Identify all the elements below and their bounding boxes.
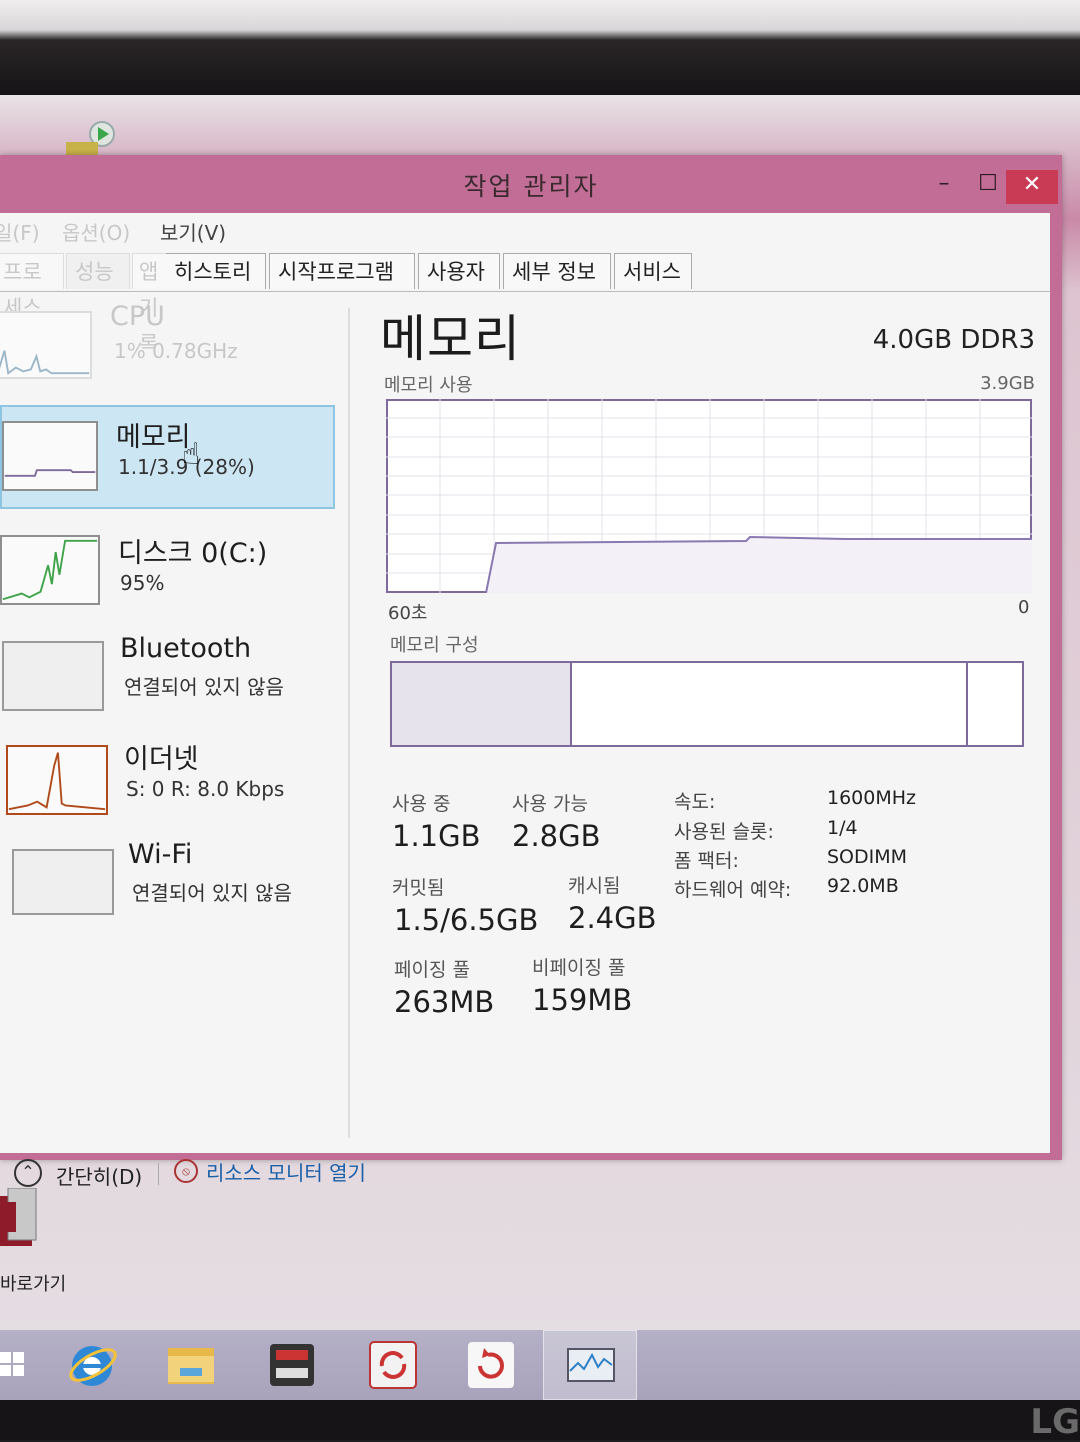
nonpaged-pool-value: 159MB (532, 983, 633, 1017)
nonpaged-pool-label: 비페이징 풀 (532, 957, 626, 979)
tab-processes[interactable]: 프로세스 (0, 253, 64, 320)
window-client: 일(F) 옵션(O) 보기(V) 프로세스 성능 앱 기록 히스토리 시작프로그… (0, 213, 1050, 1189)
maximize-button[interactable]: ☐ (968, 169, 1008, 201)
tab-users[interactable]: 사용자 (418, 253, 500, 289)
resource-wifi-name: Wi-Fi (128, 839, 193, 870)
cached-value: 2.4GB (568, 901, 657, 935)
bluetooth-thumbnail (2, 641, 104, 711)
tab-details[interactable]: 세부 정보 (503, 253, 611, 289)
disk-thumbnail (0, 535, 100, 605)
detail-spec: 4.0GB DDR3 (872, 325, 1035, 355)
control-panel-icon[interactable] (266, 1338, 320, 1392)
task-manager-window: 작업 관리자 – ☐ ✕ 일(F) 옵션(O) 보기(V) 프로세스 성능 앱 … (0, 155, 1062, 1189)
chevron-up-icon[interactable]: ⌃ (14, 1159, 42, 1187)
resource-ethernet-sub: S: 0 R: 8.0 Kbps (126, 777, 285, 801)
resource-wifi-sub: 연결되어 있지 않음 (132, 881, 292, 905)
detail-title: 메모리 (380, 310, 521, 368)
window-title: 작업 관리자 (463, 172, 599, 201)
resource-wifi[interactable]: Wi-Fi 연결되어 있지 않음 (0, 831, 335, 935)
form-factor-label: 폼 팩터: (674, 850, 739, 872)
speed-value: 1600MHz (827, 787, 917, 809)
resource-cpu-name: CPU (110, 301, 165, 332)
composition-in-use (392, 663, 572, 745)
internet-explorer-icon[interactable] (66, 1338, 120, 1392)
window-footer: ⌃ 간단히(D) ⦸ 리소스 모니터 열기 (0, 1153, 1050, 1203)
paged-pool-label: 페이징 풀 (394, 959, 470, 981)
ethernet-thumbnail (6, 745, 108, 815)
taskbar-active-task-manager[interactable] (543, 1330, 637, 1400)
desktop-shortcut-icon[interactable] (0, 1188, 40, 1250)
file-explorer-icon[interactable] (164, 1338, 218, 1392)
fewer-details-link[interactable]: 간단히(D) (56, 1161, 142, 1190)
available-value: 2.8GB (512, 819, 601, 853)
usage-max: 3.9GB (980, 373, 1035, 394)
hand-cursor-icon: ☝ (182, 437, 201, 472)
tab-performance[interactable]: 성능 (66, 253, 130, 289)
sync-icon[interactable] (366, 1338, 420, 1392)
cached-label: 캐시됨 (568, 875, 621, 897)
memory-detail-panel: 메모리 4.0GB DDR3 메모리 사용 3.9GB 60초 0 메모리 구성… (380, 297, 1045, 1137)
paged-pool-value: 263MB (394, 985, 495, 1019)
time-right-label: 0 (1018, 597, 1030, 618)
composition-label: 메모리 구성 (390, 635, 479, 656)
resource-disk-name: 디스크 0(C:) (118, 538, 268, 569)
usage-label: 메모리 사용 (384, 375, 473, 396)
resource-cpu-sub: 1% 0.78GHz (114, 339, 238, 363)
resource-cpu[interactable]: CPU 1% 0.78GHz (0, 301, 335, 405)
composition-cached-divider (966, 663, 968, 745)
monitor-bezel-top (0, 0, 1080, 110)
resource-ethernet-name: 이더넷 (124, 744, 199, 775)
desktop-shortcut-label: 바로가기 (0, 1274, 67, 1295)
footer-separator (158, 1163, 159, 1185)
wifi-thumbnail (12, 849, 114, 915)
cpu-thumbnail (0, 311, 92, 379)
time-left-label: 60초 (388, 603, 428, 624)
tab-strip: 프로세스 성능 앱 기록 히스토리 시작프로그램 사용자 세부 정보 서비스 (0, 253, 1050, 356)
resource-bluetooth-name: Bluetooth (120, 633, 252, 664)
start-windows-icon[interactable] (0, 1338, 26, 1392)
in-use-label: 사용 중 (392, 793, 451, 815)
committed-value: 1.5/6.5GB (394, 903, 539, 937)
resource-memory-name: 메모리 (116, 422, 191, 453)
close-button[interactable]: ✕ (1006, 170, 1058, 204)
resource-memory[interactable]: 메모리 1.1/3.9 (28%) ☝ (0, 405, 335, 509)
tab-app-history[interactable]: 히스토리 (166, 253, 266, 289)
memory-composition-bar (390, 661, 1024, 747)
slots-value: 1/4 (827, 817, 858, 839)
brand-logo: LG (1030, 1402, 1080, 1442)
resource-bluetooth-sub: 연결되어 있지 않음 (124, 675, 284, 699)
resource-list: CPU 1% 0.78GHz 메모리 1.1/3.9 (28%) ☝ 디스크 0… (0, 297, 340, 1137)
menu-bar: 일(F) 옵션(O) 보기(V) (0, 213, 1050, 247)
minimize-button[interactable]: – (924, 169, 964, 201)
in-use-value: 1.1GB (392, 819, 481, 853)
title-bar[interactable]: 작업 관리자 – ☐ ✕ (0, 155, 1062, 211)
resource-ethernet[interactable]: 이더넷 S: 0 R: 8.0 Kbps (0, 729, 335, 833)
speed-label: 속도: (674, 791, 716, 813)
open-resource-monitor-link[interactable]: 리소스 모니터 열기 (206, 1157, 366, 1186)
hardware-reserved-label: 하드웨어 예약: (674, 879, 792, 901)
form-factor-value: SODIMM (827, 846, 908, 868)
hardware-reserved-value: 92.0MB (827, 875, 899, 897)
resource-disk[interactable]: 디스크 0(C:) 95% (0, 521, 335, 625)
task-manager-icon (567, 1348, 615, 1382)
pane-divider[interactable] (348, 308, 350, 1138)
available-label: 사용 가능 (512, 793, 588, 815)
tab-startup[interactable]: 시작프로그램 (269, 253, 415, 289)
menu-file[interactable]: 일(F) (0, 217, 40, 246)
memory-usage-graph (386, 399, 1032, 593)
media-player-icon[interactable] (62, 120, 122, 160)
tab-services[interactable]: 서비스 (614, 253, 692, 289)
monitor-bezel-bottom (0, 1400, 1080, 1440)
resource-bluetooth[interactable]: Bluetooth 연결되어 있지 않음 (0, 627, 335, 731)
memory-thumbnail (2, 421, 98, 491)
menu-view[interactable]: 보기(V) (160, 217, 226, 246)
committed-label: 커밋됨 (392, 877, 445, 899)
taskbar (0, 1330, 1080, 1400)
resource-disk-sub: 95% (120, 571, 165, 595)
slots-label: 사용된 슬롯: (674, 821, 774, 843)
menu-options[interactable]: 옵션(O) (62, 217, 130, 246)
resource-monitor-icon[interactable]: ⦸ (174, 1159, 198, 1183)
restore-icon[interactable] (464, 1338, 518, 1392)
